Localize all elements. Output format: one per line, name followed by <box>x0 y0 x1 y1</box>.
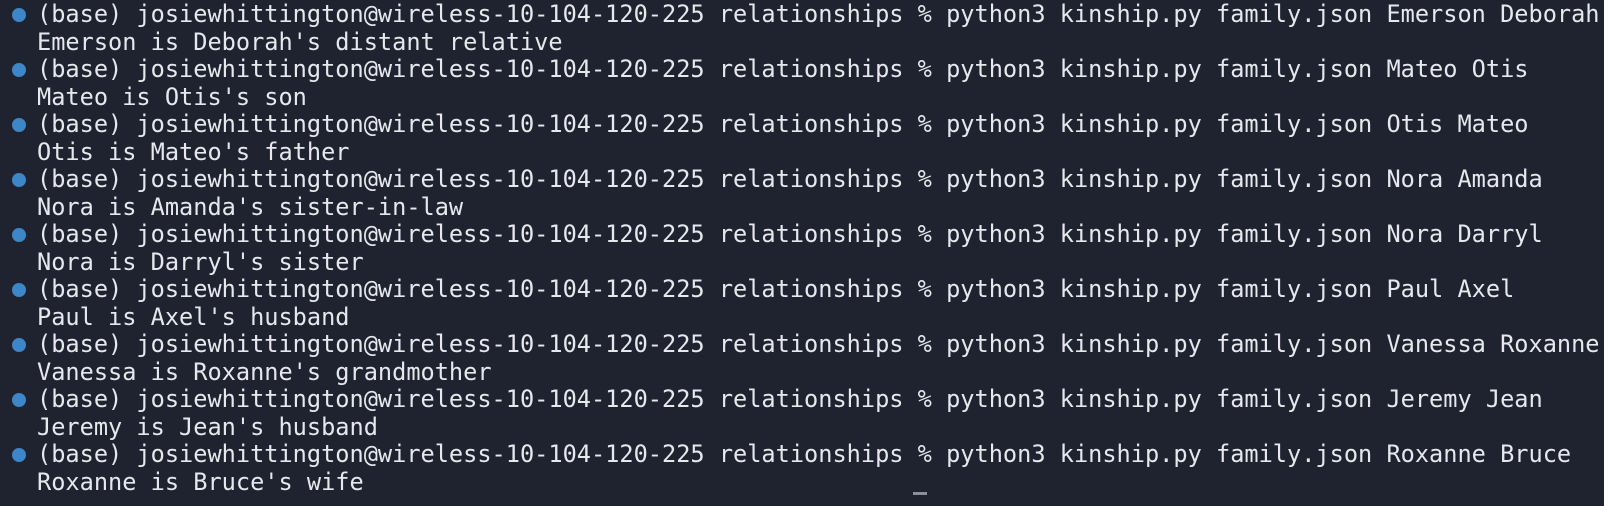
command-status-dot-icon[interactable] <box>12 118 26 132</box>
command-output: Nora is Darryl's sister <box>37 248 364 276</box>
command-output: Nora is Amanda's sister-in-law <box>37 193 464 221</box>
text-cursor <box>913 492 927 495</box>
command-line: (base) josiewhittington@wireless-10-104-… <box>37 55 1529 83</box>
command-line: (base) josiewhittington@wireless-10-104-… <box>37 110 1529 138</box>
command-line: (base) josiewhittington@wireless-10-104-… <box>37 165 1543 193</box>
command-line: (base) josiewhittington@wireless-10-104-… <box>37 330 1600 358</box>
command-output: Mateo is Otis's son <box>37 83 307 111</box>
command-line: (base) josiewhittington@wireless-10-104-… <box>37 440 1572 468</box>
command-status-dot-icon[interactable] <box>12 63 26 77</box>
command-output: Emerson is Deborah's distant relative <box>37 28 563 56</box>
command-output: Jeremy is Jean's husband <box>37 413 378 441</box>
command-line: (base) josiewhittington@wireless-10-104-… <box>37 220 1543 248</box>
command-status-dot-icon[interactable] <box>12 338 26 352</box>
command-status-dot-icon[interactable] <box>12 448 26 462</box>
command-status-dot-icon[interactable] <box>12 228 26 242</box>
command-output: Vanessa is Roxanne's grandmother <box>37 358 492 386</box>
command-status-dot-icon[interactable] <box>12 283 26 297</box>
command-status-dot-icon[interactable] <box>12 393 26 407</box>
command-line: (base) josiewhittington@wireless-10-104-… <box>37 275 1515 303</box>
command-status-dot-icon[interactable] <box>12 8 26 22</box>
command-line: (base) josiewhittington@wireless-10-104-… <box>37 0 1600 28</box>
command-status-dot-icon[interactable] <box>12 173 26 187</box>
command-output: Roxanne is Bruce's wife <box>37 468 364 496</box>
command-output: Paul is Axel's husband <box>37 303 350 331</box>
command-output: Otis is Mateo's father <box>37 138 350 166</box>
terminal-output-area[interactable]: (base) josiewhittington@wireless-10-104-… <box>0 0 1604 506</box>
command-line: (base) josiewhittington@wireless-10-104-… <box>37 385 1543 413</box>
